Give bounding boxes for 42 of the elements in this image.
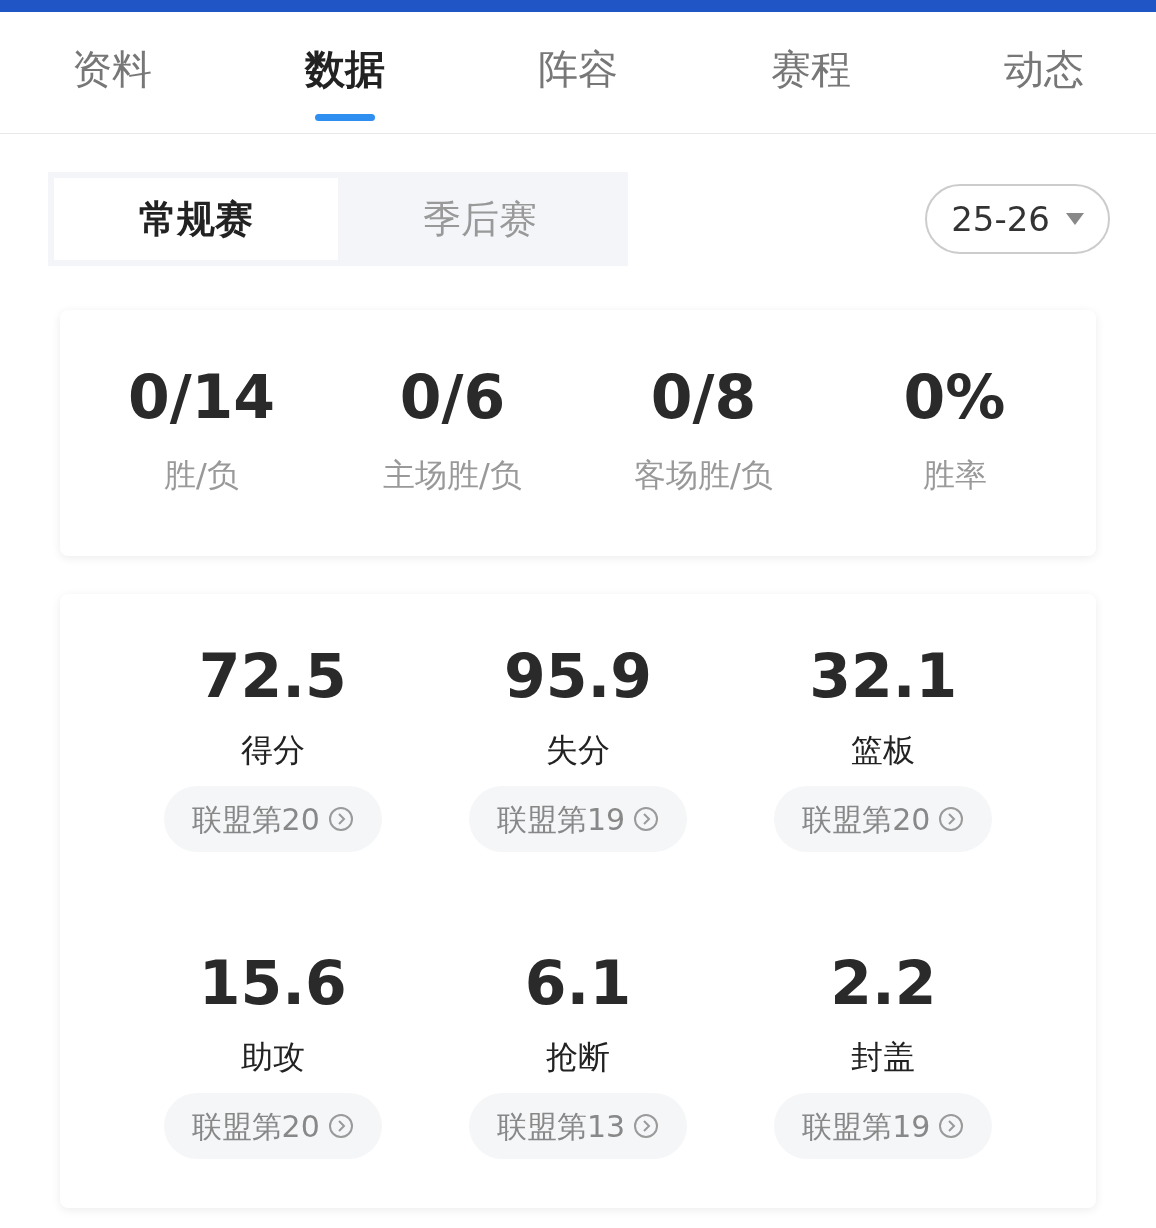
- stat-value: 0/6: [399, 367, 506, 427]
- stat-value: 95.9: [503, 646, 652, 706]
- chevron-circle-icon: [633, 806, 660, 832]
- league-rank-chip[interactable]: 联盟第20: [774, 786, 993, 852]
- stat-value: 6.1: [524, 953, 632, 1013]
- league-rank-chip[interactable]: 联盟第20: [163, 1093, 382, 1159]
- season-dropdown[interactable]: 25-26: [925, 184, 1110, 254]
- tab[interactable]: 阵容: [538, 38, 618, 107]
- league-rank-chip[interactable]: 联盟第19: [468, 786, 688, 852]
- tab[interactable]: 资料: [72, 38, 152, 107]
- stat-value: 0%: [903, 367, 1006, 427]
- league-rank-chip[interactable]: 联盟第20: [163, 786, 382, 852]
- chevron-circle-icon: [938, 806, 965, 832]
- stat-label: 得分: [240, 730, 305, 771]
- chevron-circle-icon: [327, 806, 354, 832]
- segment-tab[interactable]: 季后赛: [338, 178, 622, 260]
- tab[interactable]: 动态: [1004, 38, 1084, 107]
- stat-label: 胜率: [922, 455, 987, 496]
- stat-value: 15.6: [198, 953, 347, 1013]
- tab-underline: [315, 113, 375, 121]
- stat-value: 2.2: [830, 953, 937, 1013]
- segment-tab[interactable]: 常规赛: [54, 178, 338, 260]
- league-rank-chip[interactable]: 联盟第19: [774, 1093, 993, 1159]
- chevron-circle-icon: [327, 1113, 354, 1139]
- stat-label: 助攻: [240, 1037, 305, 1078]
- tab[interactable]: 数据: [305, 38, 385, 107]
- stat-value: 0/8: [650, 367, 757, 427]
- stat-label: 胜/负: [164, 455, 239, 496]
- league-rank-chip[interactable]: 联盟第13: [468, 1093, 688, 1159]
- stat-value: 72.5: [198, 646, 347, 706]
- tab[interactable]: 赛程: [771, 38, 851, 107]
- stat-label: 客场胜/负: [634, 455, 773, 496]
- stat-label: 主场胜/负: [383, 455, 522, 496]
- stat-label: 失分: [546, 730, 610, 771]
- stat-value: 32.1: [809, 646, 958, 706]
- chevron-circle-icon: [938, 1113, 965, 1139]
- stat-label: 篮板: [851, 730, 916, 771]
- chevron-circle-icon: [633, 1113, 660, 1139]
- caret-icon: [1066, 213, 1084, 225]
- stat-label: 抢断: [546, 1037, 610, 1078]
- stat-value: 0/14: [127, 367, 276, 427]
- stat-label: 封盖: [851, 1037, 916, 1078]
